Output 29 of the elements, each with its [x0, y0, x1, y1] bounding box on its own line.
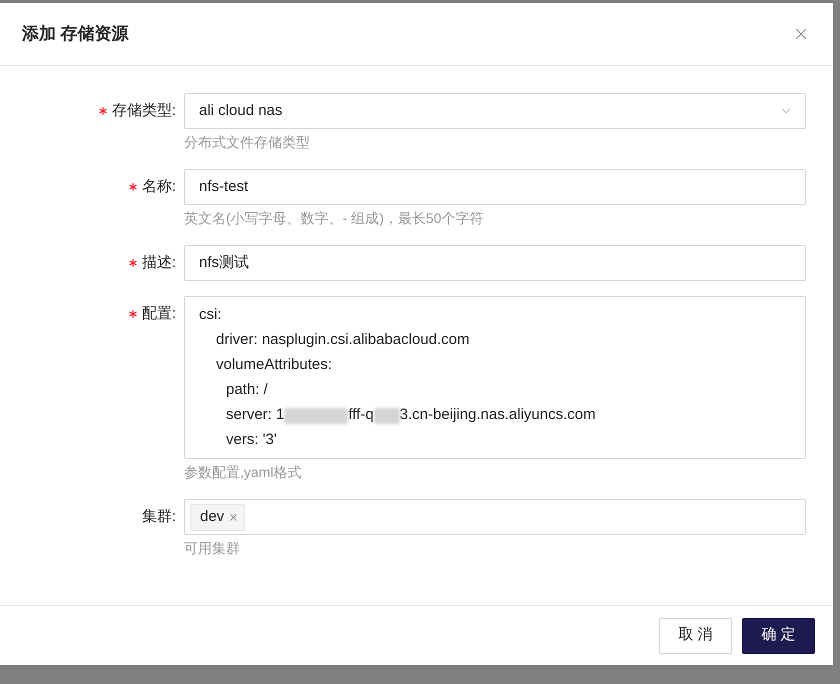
help-text: 参数配置,yaml格式 — [184, 462, 302, 482]
field-label: 描述: — [142, 252, 176, 273]
field-label: 名称: — [142, 176, 176, 197]
blurred-text — [374, 408, 400, 424]
help-text: 可用集群 — [184, 538, 240, 558]
field-label: 集群: — [142, 506, 176, 527]
field-label: 存储类型: — [112, 100, 176, 121]
yaml-text: csi: — [199, 305, 222, 326]
text-input[interactable]: nfs测试 — [184, 245, 806, 281]
cluster-select[interactable]: dev — [184, 499, 806, 535]
yaml-text: vers: '3' — [226, 430, 277, 450]
confirm-button[interactable]: 确 定 — [742, 618, 815, 654]
yaml-text: 3.cn-beijing.nas.aliyuncs.com — [400, 405, 596, 426]
remove-icon[interactable] — [228, 512, 240, 522]
text-input[interactable]: nfs-test — [184, 169, 806, 205]
help-text: 分布式文件存储类型 — [184, 132, 310, 152]
help-text: 英文名(小写字母、数字、- 组成)，最长50个字符 — [184, 208, 484, 228]
blurred-text — [284, 408, 348, 424]
cluster-tag[interactable]: dev — [190, 504, 246, 530]
yaml-text: volumeAttributes: — [216, 355, 332, 376]
field-label: 配置: — [142, 304, 176, 324]
dialog-title: 添加 存储资源 — [22, 23, 129, 46]
yaml-text: server: 1 — [226, 405, 284, 426]
cancel-button[interactable]: 取 消 — [659, 618, 732, 654]
yaml-text: driver: nasplugin.csi.alibabacloud.com — [216, 330, 470, 350]
config-textarea[interactable]: csi: driver: nasplugin.csi.alibabacloud.com volumeAttributes: path: / server: 1 fff-q 3.cn-beijing.nas.aliyuncs.com vers: '3' — [184, 296, 806, 459]
yaml-text: path: / — [226, 380, 268, 400]
yaml-text: fff-q — [348, 405, 374, 426]
storage-type-select[interactable]: ali cloud nas — [184, 93, 806, 129]
